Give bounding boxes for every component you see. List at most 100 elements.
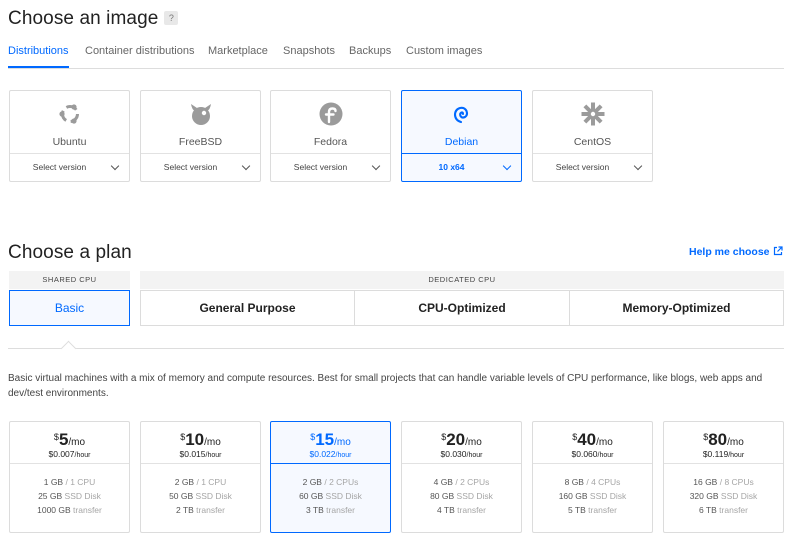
hourly-price: $0.007/hour	[10, 449, 129, 459]
spec-memory-cpu: 1 GB / 1 CPU	[10, 477, 129, 487]
per-month-label: /mo	[68, 437, 86, 448]
spec-memory-cpu-label: / 1 CPU	[65, 477, 96, 487]
dedicated-cpu-header: DEDICATED CPU	[140, 271, 784, 289]
price-card-10[interactable]: $10/mo $0.015/hour 2 GB / 1 CPU 50 GB SSD D…	[140, 421, 261, 533]
spec-disk-label: SSD Disk	[195, 491, 232, 501]
price-header: $5/mo $0.007/hour	[10, 422, 129, 464]
spec-memory-cpu-value: 16 GB	[693, 477, 718, 487]
distribution-name: Fedora	[313, 136, 348, 148]
spec-disk-value: 160 GB	[558, 491, 588, 501]
spec-disk-label: SSD Disk	[589, 491, 627, 501]
per-month-label: /mo	[727, 437, 744, 448]
distribution-card-debian[interactable]: Debian 10 x64	[401, 90, 522, 182]
price-header: $80/mo $0.119/hour	[664, 422, 783, 464]
selected-plan-pointer	[60, 340, 77, 357]
help-me-choose-link[interactable]: Help me choose	[689, 246, 783, 258]
spec-memory-cpu: 16 GB / 8 CPUs	[664, 477, 783, 487]
plan-type-memory-optimized[interactable]: Memory-Optimized	[569, 290, 784, 326]
chevron-down-icon	[633, 161, 643, 171]
plan-type-basic[interactable]: Basic	[9, 290, 130, 326]
plan-section-title: Choose a plan	[8, 242, 132, 263]
tab-custom-images[interactable]: Custom images	[406, 45, 482, 57]
hourly-price: $0.022/hour	[271, 449, 390, 459]
monthly-price: $15/mo	[271, 430, 390, 450]
shared-cpu-header: SHARED CPU	[9, 271, 130, 289]
shared-cpu-group: SHARED CPU Basic	[9, 271, 130, 327]
hourly-amount: $0.119	[702, 449, 729, 459]
per-hour-label: /hour	[597, 452, 614, 459]
plan-type-general-purpose[interactable]: General Purpose	[140, 290, 355, 326]
hourly-amount: $0.030	[440, 449, 467, 459]
tab-backups[interactable]: Backups	[349, 45, 391, 57]
distribution-name: Debian	[444, 136, 479, 148]
external-link-icon	[773, 246, 783, 256]
price-card-80[interactable]: $80/mo $0.119/hour 16 GB / 8 CPUs 320 GB SS…	[663, 421, 784, 533]
spec-transfer: 1000 GB transfer	[10, 505, 129, 515]
price-card-5[interactable]: $5/mo $0.007/hour 1 GB / 1 CPU 25 GB SSD Di…	[9, 421, 130, 533]
spec-memory-cpu: 4 GB / 2 CPUs	[402, 477, 521, 487]
tab-distributions[interactable]: Distributions	[8, 45, 69, 57]
price-card-40[interactable]: $40/mo $0.060/hour 8 GB / 4 CPUs 160 GB SSD…	[532, 421, 653, 533]
price-amount: 15	[315, 430, 335, 449]
price-card-20[interactable]: $20/mo $0.030/hour 4 GB / 2 CPUs 80 GB SSD …	[401, 421, 522, 533]
price-header: $40/mo $0.060/hour	[533, 422, 652, 464]
spec-transfer-label: transfer	[326, 505, 355, 515]
spec-transfer-label: transfer	[73, 505, 102, 515]
spec-disk-value: 60 GB	[299, 491, 324, 501]
version-select-label: Select version	[293, 162, 348, 172]
version-select[interactable]: Select version	[271, 153, 390, 181]
spec-disk: 25 GB SSD Disk	[10, 491, 129, 501]
ubuntu-icon	[10, 101, 129, 127]
distribution-card-centos[interactable]: CentOS Select version	[532, 90, 653, 182]
price-amount: 10	[185, 430, 205, 449]
per-hour-label: /hour	[466, 452, 483, 459]
spec-disk-label: SSD Disk	[456, 491, 493, 501]
hourly-price: $0.015/hour	[141, 449, 260, 459]
tab-container-distributions[interactable]: Container distributions	[85, 45, 194, 57]
spec-transfer-label: transfer	[196, 505, 225, 515]
spec-memory-cpu-label: / 2 CPUs	[455, 477, 490, 487]
price-amount: 80	[708, 430, 728, 449]
distribution-card-freebsd[interactable]: FreeBSD Select version	[140, 90, 261, 182]
version-select[interactable]: Select version	[141, 153, 260, 181]
hourly-amount: $0.060	[571, 449, 598, 459]
spec-disk: 60 GB SSD Disk	[271, 491, 390, 501]
version-select[interactable]: 10 x64	[402, 153, 521, 181]
spec-transfer: 5 TB transfer	[533, 505, 652, 515]
price-card-15[interactable]: $15/mo $0.022/hour 2 GB / 2 CPUs 60 GB SSD …	[270, 421, 391, 533]
hourly-amount: $0.022	[309, 449, 336, 459]
spec-transfer-value: 4 TB	[437, 505, 455, 515]
spec-transfer: 2 TB transfer	[141, 505, 260, 515]
price-header: $20/mo $0.030/hour	[402, 422, 521, 464]
help-badge[interactable]: ?	[164, 11, 179, 25]
spec-memory-cpu-value: 8 GB	[564, 477, 584, 487]
spec-memory-cpu: 2 GB / 2 CPUs	[271, 477, 390, 487]
spec-disk-value: 25 GB	[38, 491, 63, 501]
spec-memory-cpu-value: 2 GB	[302, 477, 322, 487]
per-month-label: /mo	[465, 437, 482, 448]
dedicated-cpu-group: DEDICATED CPU General Purpose CPU-Optimi…	[140, 271, 784, 327]
per-hour-label: /hour	[728, 452, 745, 459]
distribution-name: Ubuntu	[52, 136, 87, 148]
spec-disk-label: SSD Disk	[720, 491, 758, 501]
monthly-price: $5/mo	[10, 430, 129, 450]
version-select[interactable]: Select version	[533, 153, 652, 181]
distribution-card-ubuntu[interactable]: Ubuntu Select version	[9, 90, 130, 182]
per-month-label: /mo	[204, 437, 221, 448]
distribution-card-fedora[interactable]: Fedora Select version	[270, 90, 391, 182]
active-tab-indicator	[8, 66, 69, 68]
spec-disk-value: 320 GB	[689, 491, 719, 501]
tab-marketplace[interactable]: Marketplace	[208, 45, 268, 57]
tab-snapshots[interactable]: Snapshots	[283, 45, 335, 57]
spec-transfer-label: transfer	[588, 505, 617, 515]
debian-icon	[402, 101, 521, 127]
spec-transfer: 6 TB transfer	[664, 505, 783, 515]
per-hour-label: /hour	[335, 452, 352, 459]
plan-type-cpu-optimized[interactable]: CPU-Optimized	[354, 290, 570, 326]
version-select[interactable]: Select version	[10, 153, 129, 181]
plan-divider	[8, 348, 784, 349]
price-header: $10/mo $0.015/hour	[141, 422, 260, 464]
spec-disk-value: 50 GB	[169, 491, 194, 501]
monthly-price: $80/mo	[664, 430, 783, 450]
spec-memory-cpu-label: / 2 CPUs	[324, 477, 359, 487]
